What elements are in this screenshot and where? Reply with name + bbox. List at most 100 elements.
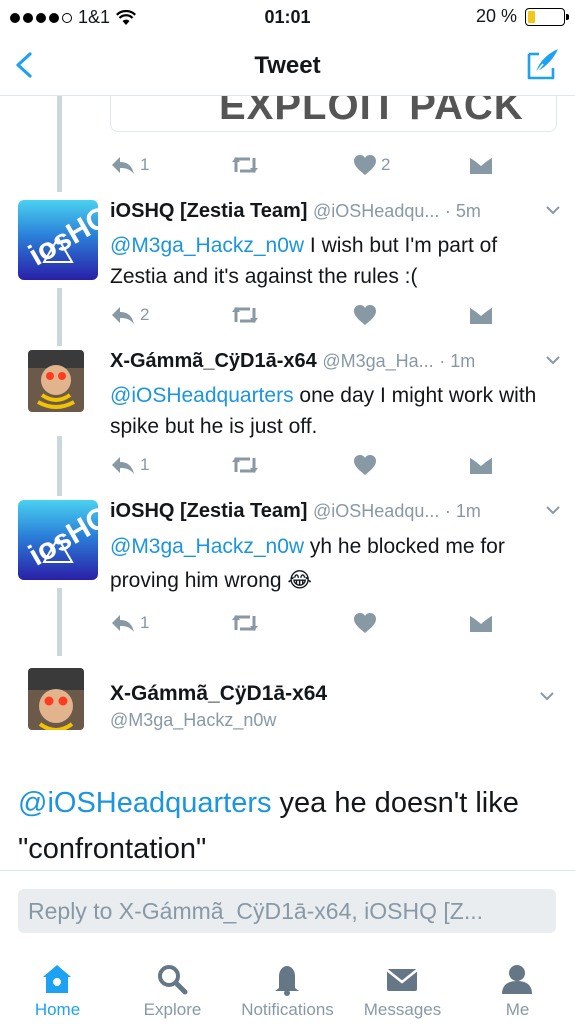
reply-button[interactable]: 1	[110, 152, 149, 178]
retweet-icon	[230, 304, 260, 326]
link-card-fragment[interactable]: EXPLOIT PACK	[110, 96, 557, 132]
compose-tweet-icon[interactable]	[525, 46, 561, 82]
reply-count: 1	[140, 155, 150, 174]
handle[interactable]: @M3ga_Ha...	[322, 351, 433, 371]
bell-icon	[275, 966, 299, 996]
reply-icon	[110, 304, 136, 326]
like-button[interactable]	[353, 452, 381, 478]
search-icon	[158, 965, 188, 995]
like-button[interactable]	[353, 610, 381, 636]
tab-label: Notifications	[241, 1000, 334, 1019]
tab-bar: Home Explore Notifications Messages Me	[0, 946, 575, 1024]
home-icon	[43, 965, 71, 993]
tweet-text: @M3ga_Hackz_n0w I wish but I'm part of Z…	[110, 234, 498, 288]
avatar[interactable]	[28, 350, 84, 412]
avatar[interactable]: iosHQ	[18, 200, 98, 280]
tab-label: Messages	[363, 1000, 442, 1019]
tweet-text: @iOSHeadquarters one day I might work wi…	[110, 384, 537, 438]
retweet-button[interactable]	[230, 452, 264, 478]
heart-icon	[353, 612, 377, 634]
avatar[interactable]: iosHQ	[18, 500, 98, 580]
direct-message-button[interactable]	[468, 452, 494, 478]
retweet-icon	[230, 454, 260, 476]
tab-notifications[interactable]: Notifications	[230, 946, 345, 1024]
reply-icon	[110, 612, 136, 634]
mention-link[interactable]: @iOSHeadquarters	[110, 384, 294, 407]
page-title: Tweet	[254, 52, 321, 79]
handle[interactable]: @M3ga_Hackz_n0w	[110, 710, 276, 731]
tweet[interactable]: iosHQ iOSHQ [Zestia Team] @iOSHeadqu... …	[0, 500, 575, 600]
mention-link[interactable]: @M3ga_Hackz_n0w	[110, 535, 304, 558]
reply-button[interactable]: 1	[110, 610, 149, 636]
display-name[interactable]: X-Gámmã_CÿD1ā-x64	[110, 350, 317, 372]
tweet-header: X-Gámmã_CÿD1ā-x64 @M3ga_Ha... · 1m	[110, 350, 560, 373]
tab-messages[interactable]: Messages	[345, 946, 460, 1024]
reply-count: 2	[140, 305, 150, 324]
battery-icon	[525, 7, 569, 26]
tweet-actions: 1	[110, 610, 500, 636]
tweet-actions: 2	[110, 302, 500, 328]
heart-icon	[353, 154, 377, 176]
reply-icon	[110, 454, 136, 476]
tweet[interactable]: iosHQ iOSHQ [Zestia Team] @iOSHeadqu... …	[0, 200, 575, 300]
reply-button[interactable]: 1	[110, 452, 149, 478]
envelope-icon	[386, 969, 418, 991]
heart-icon	[353, 304, 377, 326]
direct-message-button[interactable]	[468, 610, 494, 636]
reply-button[interactable]: 2	[110, 302, 149, 328]
retweet-button[interactable]	[230, 610, 264, 636]
reply-count: 1	[140, 455, 150, 474]
timestamp: · 5m	[444, 201, 481, 221]
ioshq-logo-icon: iosHQ	[18, 200, 98, 280]
status-bar: 1&1 01:01 20 %	[0, 0, 575, 34]
tab-explore[interactable]: Explore	[115, 946, 230, 1024]
reply-input[interactable]: Reply to X-Gámmã_CÿD1ā-x64, iOSHQ [Z...	[18, 889, 556, 933]
display-name[interactable]: X-Gámmã_CÿD1ā-x64	[110, 682, 327, 706]
status-right: 20 %	[475, 6, 569, 27]
tweet-header: iOSHQ [Zestia Team] @iOSHeadqu... · 1m	[110, 500, 560, 523]
nav-bar: Tweet	[0, 34, 575, 96]
chevron-down-icon[interactable]	[544, 350, 562, 370]
focused-tweet-text: @iOSHeadquarters yea he doesn't like "co…	[18, 787, 519, 865]
tweet-actions: 1	[110, 452, 500, 478]
tab-label: Explore	[143, 1000, 202, 1019]
direct-message-button[interactable]	[468, 302, 494, 328]
envelope-icon	[468, 154, 494, 176]
retweet-icon	[230, 612, 260, 634]
avatar[interactable]	[28, 668, 84, 730]
chevron-down-icon[interactable]	[538, 686, 556, 706]
envelope-icon	[468, 454, 494, 476]
handle[interactable]: @iOSHeadqu...	[313, 501, 439, 521]
display-name[interactable]: iOSHQ [Zestia Team]	[110, 500, 307, 522]
mention-link[interactable]: @iOSHeadquarters	[18, 787, 272, 819]
retweet-button[interactable]	[230, 302, 264, 328]
card-image-text: EXPLOIT PACK	[219, 96, 524, 128]
mention-link[interactable]: @M3ga_Hackz_n0w	[110, 234, 304, 257]
reply-bar: Reply to X-Gámmã_CÿD1ā-x64, iOSHQ [Z...	[0, 870, 575, 946]
direct-message-button[interactable]	[468, 152, 494, 178]
handle[interactable]: @iOSHeadqu...	[313, 201, 439, 221]
chevron-down-icon[interactable]	[544, 500, 562, 520]
display-name[interactable]: iOSHQ [Zestia Team]	[110, 200, 307, 222]
like-button[interactable]: 2	[353, 152, 390, 178]
tweet[interactable]: X-Gámmã_CÿD1ā-x64 @M3ga_Ha... · 1m @iOSH…	[0, 350, 575, 450]
reply-count: 1	[140, 613, 150, 632]
retweet-button[interactable]	[230, 152, 264, 178]
heart-icon	[353, 454, 377, 476]
user-photo-icon	[28, 350, 84, 412]
timestamp: · 1m	[439, 351, 476, 371]
like-button[interactable]	[353, 302, 381, 328]
user-photo-icon	[28, 668, 84, 730]
tweet-text: @M3ga_Hackz_n0w yh he blocked me for pro…	[110, 535, 505, 592]
retweet-icon	[230, 154, 260, 176]
timestamp: · 1m	[444, 501, 481, 521]
person-icon	[502, 965, 532, 994]
chevron-down-icon[interactable]	[544, 200, 562, 220]
envelope-icon	[468, 304, 494, 326]
tweet-header: iOSHQ [Zestia Team] @iOSHeadqu... · 5m	[110, 200, 560, 223]
tab-me[interactable]: Me	[460, 946, 575, 1024]
like-count: 2	[381, 155, 391, 174]
tab-label: Home	[34, 1000, 81, 1019]
battery-percent: 20 %	[475, 6, 517, 26]
tab-home[interactable]: Home	[0, 946, 115, 1024]
